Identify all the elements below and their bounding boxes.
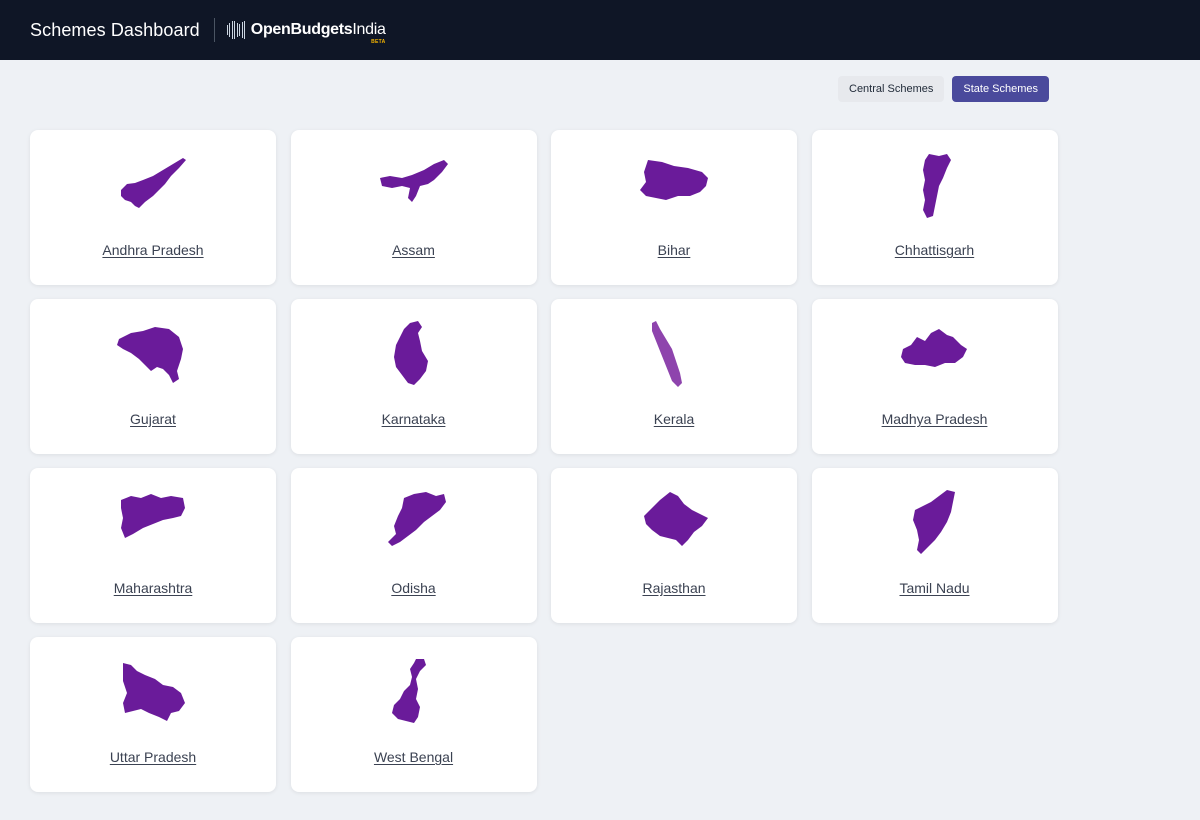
odisha-map-icon [387,492,446,546]
beta-tag: BETA [371,39,386,45]
madhya-pradesh-map-icon [900,329,967,367]
open-budgets-india-logo[interactable]: OpenBudgetsIndia BETA [226,21,386,45]
karnataka-map-icon [393,321,428,385]
scheme-type-toggle: Central Schemes State Schemes [838,76,1049,102]
state-card[interactable]: Bihar [551,130,797,285]
maharashtra-map-icon [121,494,185,538]
kerala-map-icon [652,321,682,387]
logo-bars-icon [226,21,247,39]
state-card[interactable]: Uttar Pradesh [30,637,276,792]
state-card[interactable]: Andhra Pradesh [30,130,276,285]
state-card[interactable]: Maharashtra [30,468,276,623]
state-link[interactable]: Karnataka [382,411,446,427]
west-bengal-map-icon [391,659,426,723]
state-card[interactable]: Kerala [551,299,797,454]
state-card[interactable]: Chhattisgarh [811,130,1058,285]
state-link[interactable]: Tamil Nadu [899,580,969,596]
state-card[interactable]: Karnataka [290,299,537,454]
state-card[interactable]: Rajasthan [551,468,797,623]
bihar-map-icon [640,160,708,200]
state-link[interactable]: Assam [392,242,435,258]
gujarat-map-icon [117,327,183,383]
state-link[interactable]: Rajasthan [642,580,705,596]
brand-name-bold: OpenBudgets [250,21,353,38]
uttar-pradesh-map-icon [123,663,185,721]
state-link[interactable]: Bihar [658,242,691,258]
app-title: Schemes Dashboard [30,19,200,40]
state-card[interactable]: Gujarat [30,299,276,454]
state-link[interactable]: Chhattisgarh [895,242,974,258]
state-card[interactable]: West Bengal [290,637,537,792]
tamil-nadu-map-icon [912,490,955,554]
state-card[interactable]: Tamil Nadu [811,468,1058,623]
chhattisgarh-map-icon [922,154,951,218]
state-link[interactable]: Andhra Pradesh [102,242,203,258]
central-schemes-button[interactable]: Central Schemes [838,76,945,102]
state-link[interactable]: Maharashtra [114,580,193,596]
assam-map-icon [379,160,448,202]
state-card[interactable]: Madhya Pradesh [811,299,1058,454]
top-bar: Schemes Dashboard OpenBudgetsIndia BETA [0,0,1200,60]
rajasthan-map-icon [644,492,708,546]
brand-name-light: India [352,21,386,38]
state-card-grid: Andhra Pradesh Assam Bihar Chhattisgarh Guja… [30,130,1058,792]
state-link[interactable]: West Bengal [374,749,453,765]
state-link[interactable]: Madhya Pradesh [882,411,988,427]
state-link[interactable]: Odisha [391,580,435,596]
brand-name: OpenBudgetsIndia BETA [250,21,386,45]
header-divider [213,18,215,42]
state-card[interactable]: Odisha [290,468,537,623]
state-schemes-button[interactable]: State Schemes [952,76,1049,102]
state-link[interactable]: Uttar Pradesh [110,749,196,765]
andhra-pradesh-map-icon [121,158,186,208]
state-link[interactable]: Gujarat [130,411,176,427]
state-card[interactable]: Assam [290,130,537,285]
state-link[interactable]: Kerala [654,411,694,427]
